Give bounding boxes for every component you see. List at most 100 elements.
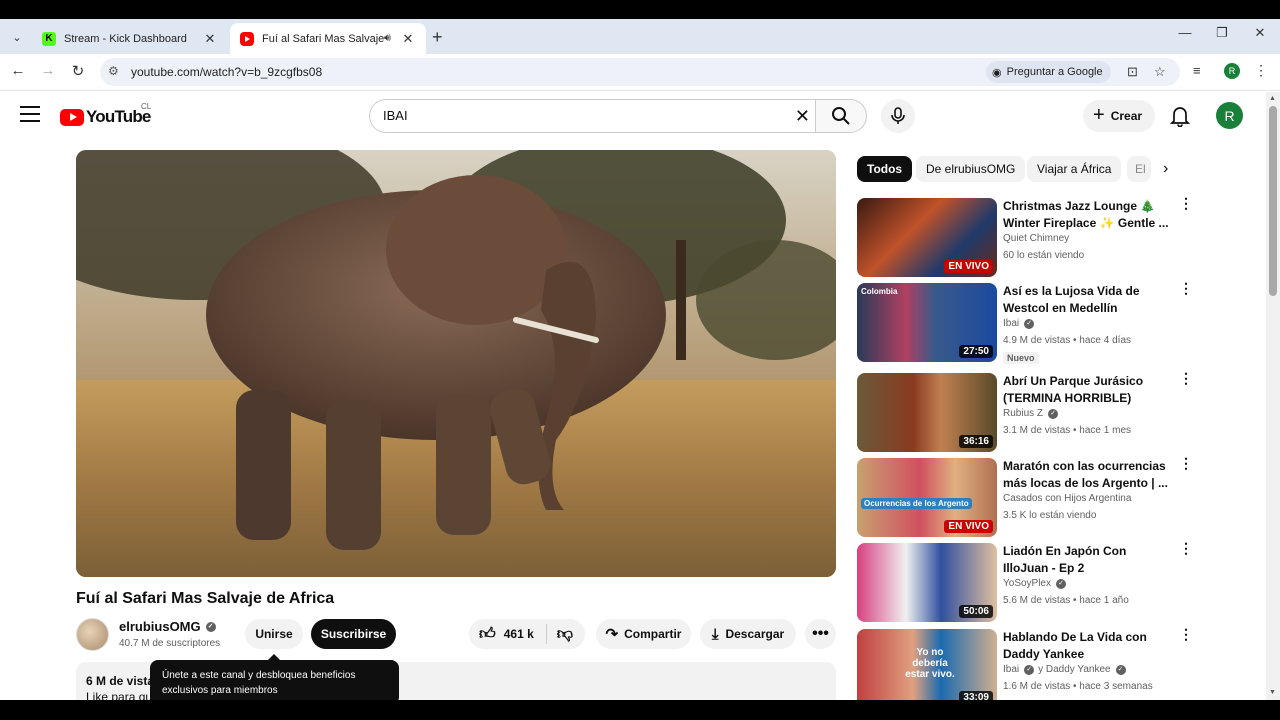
scroll-up-icon[interactable]: ▲ (1269, 95, 1276, 102)
install-app-icon[interactable]: ⊡ (1127, 64, 1138, 80)
more-vertical-icon[interactable]: ⋮ (1179, 456, 1193, 470)
channel-avatar[interactable] (76, 618, 109, 651)
join-button[interactable]: Unirse (245, 619, 303, 649)
rec-video[interactable]: 50:06 Liadón En Japón Con IlloJuan - Ep … (857, 541, 1193, 623)
thumbnail[interactable]: Ocurrencias de los Argento EN VIVO (857, 458, 997, 537)
duration: 36:16 (959, 435, 993, 448)
channel-name-2[interactable]: y Daddy Yankee (1038, 664, 1110, 675)
rec-channel[interactable]: Ibai ✓ (1003, 318, 1035, 329)
youtube-play-icon (60, 108, 84, 126)
channel-name-wrap[interactable]: elrubiusOMG ✓ (119, 619, 216, 634)
browser-profile-avatar[interactable]: R (1224, 63, 1240, 79)
ask-google-button[interactable]: ◉ Preguntar a Google (986, 61, 1111, 83)
download-button[interactable]: ⤓ Descargar (700, 619, 796, 649)
rec-title[interactable]: Maratón con las ocurrencias más locas de… (1003, 458, 1171, 492)
close-window-icon[interactable]: ✕ (1245, 25, 1275, 41)
rec-channel[interactable]: Quiet Chimney (1003, 233, 1069, 244)
rec-title[interactable]: Hablando De La Vida con Daddy Yankee (1003, 629, 1171, 663)
media-control-icon[interactable]: ≡ (1193, 63, 1201, 78)
address-bar[interactable]: ⚙ youtube.com/watch?v=b_9zcgfbs08 ◉ Preg… (100, 58, 1180, 86)
site-info-icon[interactable]: ⚙ (108, 64, 119, 78)
more-vertical-icon[interactable]: ⋮ (1179, 371, 1193, 385)
browser-menu-icon[interactable]: ⋮ (1254, 62, 1268, 79)
rec-channel[interactable]: Casados con Hijos Argentina (1003, 493, 1131, 504)
divider (545, 624, 547, 644)
video-player[interactable] (76, 150, 836, 577)
thumbs-down-icon[interactable]: 👎︎ (557, 625, 573, 644)
tab-kick[interactable]: K Stream - Kick Dashboard ✕ (32, 23, 228, 54)
share-button[interactable]: ↷ Compartir (596, 619, 691, 649)
rec-channel[interactable]: Rubius Z ✓ (1003, 408, 1059, 419)
search-button[interactable] (815, 99, 867, 133)
ask-google-label: Preguntar a Google (1006, 66, 1103, 78)
more-vertical-icon[interactable]: ⋮ (1179, 196, 1193, 210)
minimize-icon[interactable]: — (1170, 25, 1200, 40)
channel-name[interactable]: elrubiusOMG (119, 619, 201, 634)
close-tab-icon[interactable]: ✕ (202, 31, 218, 47)
account-avatar[interactable]: R (1216, 102, 1243, 129)
chip-viajar-a-africa[interactable]: Viajar a África (1027, 156, 1122, 182)
clear-search-icon[interactable]: ✕ (795, 106, 810, 127)
channel-name[interactable]: YoSoyPlex (1003, 578, 1051, 589)
browser-window: ⌄ K Stream - Kick Dashboard ✕ Fuí al Saf… (0, 19, 1280, 700)
rec-title[interactable]: Liadón En Japón Con IlloJuan - Ep 2 (1003, 543, 1171, 577)
rec-video[interactable]: 36:16 Abrí Un Parque Jurásico (TERMINA H… (857, 371, 1193, 453)
more-actions-button[interactable]: ••• (805, 619, 836, 649)
thumbnail[interactable]: 50:06 (857, 543, 997, 622)
like-count[interactable]: 461 k (504, 627, 534, 641)
tab-youtube[interactable]: Fuí al Safari Mas Salvaje de 🔊︎ ✕ (230, 23, 426, 54)
thumbs-up-icon[interactable]: 👍︎ (479, 625, 496, 644)
thumbnail[interactable]: 36:16 (857, 373, 997, 452)
restore-icon[interactable]: ❐ (1207, 25, 1237, 41)
download-icon: ⤓ (711, 625, 719, 643)
channel-name[interactable]: Ibai (1003, 664, 1019, 675)
channel-name[interactable]: Casados con Hijos Argentina (1003, 493, 1131, 504)
page-scrollbar[interactable]: ▲ ▼ (1266, 92, 1280, 700)
close-tab-icon[interactable]: ✕ (400, 31, 416, 47)
like-dislike-group: 👍︎ 461 k 👎︎ (469, 619, 585, 649)
video-frame (76, 150, 836, 577)
notifications-bell-icon[interactable] (1169, 105, 1191, 132)
chip-todos[interactable]: Todos (857, 156, 913, 182)
rec-video[interactable]: EN VIVO Christmas Jazz Lounge 🎄 Winter F… (857, 196, 1193, 278)
rec-title[interactable]: Así es la Lujosa Vida de Westcol en Mede… (1003, 283, 1171, 317)
more-horizontal-icon: ••• (812, 625, 829, 642)
voice-search-button[interactable] (881, 99, 915, 133)
channel-name[interactable]: Quiet Chimney (1003, 233, 1069, 244)
back-icon[interactable]: ← (8, 62, 28, 79)
rec-channel[interactable]: YoSoyPlex ✓ (1003, 578, 1066, 589)
youtube-logo[interactable]: YouTube CL (60, 102, 151, 127)
hamburger-menu-icon[interactable] (20, 106, 40, 127)
channel-name[interactable]: Ibai (1003, 318, 1019, 329)
rec-video[interactable]: Yo no debería estar vivo. 33:09 Hablando… (857, 627, 1193, 700)
chevron-right-icon[interactable]: › (1163, 160, 1168, 178)
chip-el[interactable]: El (1127, 156, 1151, 182)
thumbnail[interactable]: Colombia 27:50 (857, 283, 997, 362)
scroll-thumb[interactable] (1269, 106, 1277, 296)
rec-title[interactable]: Christmas Jazz Lounge 🎄 Winter Fireplace… (1003, 198, 1171, 232)
scroll-down-icon[interactable]: ▼ (1269, 689, 1276, 696)
channel-name[interactable]: Rubius Z (1003, 408, 1043, 419)
bookmark-star-icon[interactable]: ☆ (1154, 64, 1166, 80)
forward-icon[interactable]: → (38, 62, 58, 79)
tab-search-button[interactable]: ⌄ (6, 26, 28, 48)
create-button[interactable]: + Crear (1083, 100, 1156, 132)
reload-icon[interactable]: ↻ (68, 62, 88, 80)
thumbnail[interactable]: EN VIVO (857, 198, 997, 277)
more-vertical-icon[interactable]: ⋮ (1179, 627, 1193, 641)
speaker-icon[interactable]: 🔊︎ (384, 32, 400, 45)
filter-chips: Todos De elrubiusOMG Viajar a África El … (857, 156, 1187, 182)
url-text[interactable]: youtube.com/watch?v=b_9zcgfbs08 (131, 65, 322, 79)
rec-video[interactable]: Ocurrencias de los Argento EN VIVO Marat… (857, 456, 1193, 538)
subscribe-button[interactable]: Suscribirse (311, 619, 396, 649)
more-vertical-icon[interactable]: ⋮ (1179, 281, 1193, 295)
navigation-bar: ← → ↻ ⚙ youtube.com/watch?v=b_9zcgfbs08 … (0, 54, 1280, 91)
more-vertical-icon[interactable]: ⋮ (1179, 541, 1193, 555)
new-tab-button[interactable]: + (432, 27, 443, 48)
search-input[interactable] (383, 108, 763, 123)
rec-channel[interactable]: Ibai ✓ y Daddy Yankee ✓ (1003, 664, 1126, 675)
chip-de-elrubiusomg[interactable]: De elrubiusOMG (916, 156, 1026, 182)
thumbnail[interactable]: Yo no debería estar vivo. 33:09 (857, 629, 997, 700)
rec-video[interactable]: Colombia 27:50 Así es la Lujosa Vida de … (857, 281, 1193, 364)
rec-title[interactable]: Abrí Un Parque Jurásico (TERMINA HORRIBL… (1003, 373, 1171, 407)
